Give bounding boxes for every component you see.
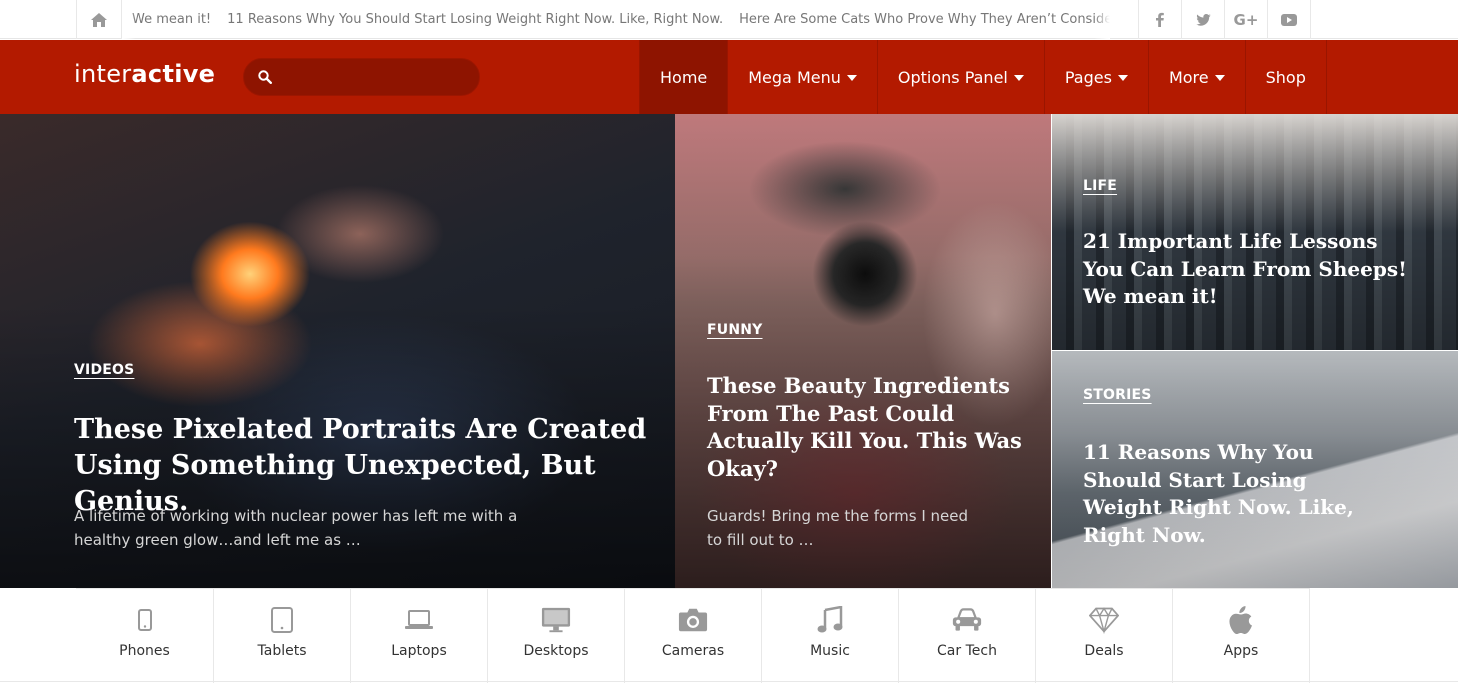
home-link[interactable] <box>76 0 122 39</box>
apple-icon <box>1226 605 1256 635</box>
tablet-icon <box>267 605 297 635</box>
featured-post-middle[interactable]: FUNNY These Beauty Ingredients From The … <box>675 114 1051 588</box>
google-plus-icon: G+ <box>1233 10 1259 29</box>
nav-label: Home <box>660 67 708 87</box>
site-logo[interactable]: interactive <box>74 60 215 88</box>
nav-label: Shop <box>1265 67 1306 87</box>
ticker-item[interactable]: 11 Reasons Why You Should Start Losing W… <box>227 12 723 27</box>
youtube-link[interactable] <box>1268 0 1311 39</box>
category-label: Phones <box>119 643 170 659</box>
category-tablets[interactable]: Tablets <box>214 589 351 683</box>
category-deals[interactable]: Deals <box>1036 589 1173 683</box>
post-title[interactable]: 11 Reasons Why You Should Start Losing W… <box>1083 439 1383 549</box>
category-label: Music <box>810 643 850 659</box>
main-nav: Home Mega Menu Options Panel Pages More … <box>639 40 1327 114</box>
nav-item-shop[interactable]: Shop <box>1246 40 1327 114</box>
category-label: Car Tech <box>937 643 997 659</box>
nav-label: More <box>1168 67 1209 87</box>
main-header: interactive Home Mega Menu Options Panel… <box>0 40 1458 114</box>
featured-post-bottom-right[interactable]: STORIES 11 Reasons Why You Should Start … <box>1052 351 1458 588</box>
post-excerpt: Guards! Bring me the forms I need to fil… <box>707 507 968 549</box>
home-icon <box>91 12 107 27</box>
chevron-down-icon <box>846 75 857 81</box>
desktop-icon <box>541 605 571 635</box>
nav-label: Mega Menu <box>748 67 841 87</box>
phone-icon <box>130 605 160 635</box>
facebook-link[interactable] <box>1139 0 1182 39</box>
car-icon <box>952 605 982 635</box>
category-desktops[interactable]: Desktops <box>488 589 625 683</box>
nav-item-more[interactable]: More <box>1149 40 1246 114</box>
category-label: Laptops <box>391 643 447 659</box>
nav-item-mega-menu[interactable]: Mega Menu <box>728 40 878 114</box>
post-category[interactable]: STORIES <box>1083 387 1152 403</box>
nav-label: Pages <box>1064 67 1112 87</box>
divider <box>0 681 1458 682</box>
category-laptops[interactable]: Laptops <box>351 589 488 683</box>
chevron-down-icon <box>1214 75 1225 81</box>
youtube-icon <box>1281 13 1297 26</box>
featured-posts: VIDEOS These Pixelated Portraits Are Cre… <box>0 114 1458 588</box>
logo-light-text: inter <box>74 60 132 88</box>
social-links: G+ <box>1138 0 1311 39</box>
laptop-icon <box>404 605 434 635</box>
camera-icon <box>678 605 708 635</box>
logo-bold-text: active <box>131 60 216 88</box>
post-category[interactable]: LIFE <box>1083 178 1117 194</box>
category-phones[interactable]: Phones <box>76 589 214 683</box>
featured-post-main[interactable]: VIDEOS These Pixelated Portraits Are Cre… <box>0 114 675 588</box>
ticker-item[interactable]: We mean it! <box>132 12 211 27</box>
top-bar: We mean it! 11 Reasons Why You Should St… <box>0 0 1458 39</box>
nav-item-pages[interactable]: Pages <box>1045 40 1149 114</box>
post-excerpt: A lifetime of working with nuclear power… <box>74 507 518 549</box>
post-title[interactable]: These Beauty Ingredients From The Past C… <box>707 372 1027 482</box>
category-cameras[interactable]: Cameras <box>625 589 762 683</box>
chevron-down-icon <box>1013 75 1024 81</box>
ticker-fade-right <box>1094 0 1110 39</box>
diamond-icon <box>1089 605 1119 635</box>
category-apps[interactable]: Apps <box>1173 589 1310 683</box>
nav-item-home[interactable]: Home <box>640 40 729 114</box>
featured-post-top-right[interactable]: LIFE 21 Important Life Lessons You Can L… <box>1052 114 1458 350</box>
category-label: Apps <box>1223 643 1259 659</box>
google-plus-link[interactable]: G+ <box>1225 0 1268 39</box>
category-label: Deals <box>1084 643 1124 659</box>
post-title[interactable]: 21 Important Life Lessons You Can Learn … <box>1083 228 1413 311</box>
nav-label: Options Panel <box>897 67 1008 87</box>
category-label: Desktops <box>523 643 589 659</box>
category-music[interactable]: Music <box>762 589 899 683</box>
search-box[interactable] <box>243 58 480 96</box>
ticker-item[interactable]: Here Are Some Cats Who Prove Why They Ar… <box>739 12 1110 27</box>
post-category[interactable]: VIDEOS <box>74 362 134 378</box>
facebook-icon <box>1156 12 1164 27</box>
category-label: Cameras <box>661 643 725 659</box>
category-bar: Phones Tablets Laptops Desktops Cameras … <box>76 588 1310 683</box>
twitter-link[interactable] <box>1182 0 1225 39</box>
music-icon <box>815 605 845 635</box>
chevron-down-icon <box>1117 75 1128 81</box>
ticker-fade-left <box>122 0 136 39</box>
search-icon <box>258 70 272 84</box>
category-label: Tablets <box>257 643 307 659</box>
twitter-icon <box>1195 13 1211 26</box>
category-car-tech[interactable]: Car Tech <box>899 589 1036 683</box>
post-category[interactable]: FUNNY <box>707 322 763 338</box>
search-input[interactable] <box>282 65 467 89</box>
nav-item-options-panel[interactable]: Options Panel <box>878 40 1045 114</box>
news-ticker: We mean it! 11 Reasons Why You Should St… <box>122 0 1110 39</box>
